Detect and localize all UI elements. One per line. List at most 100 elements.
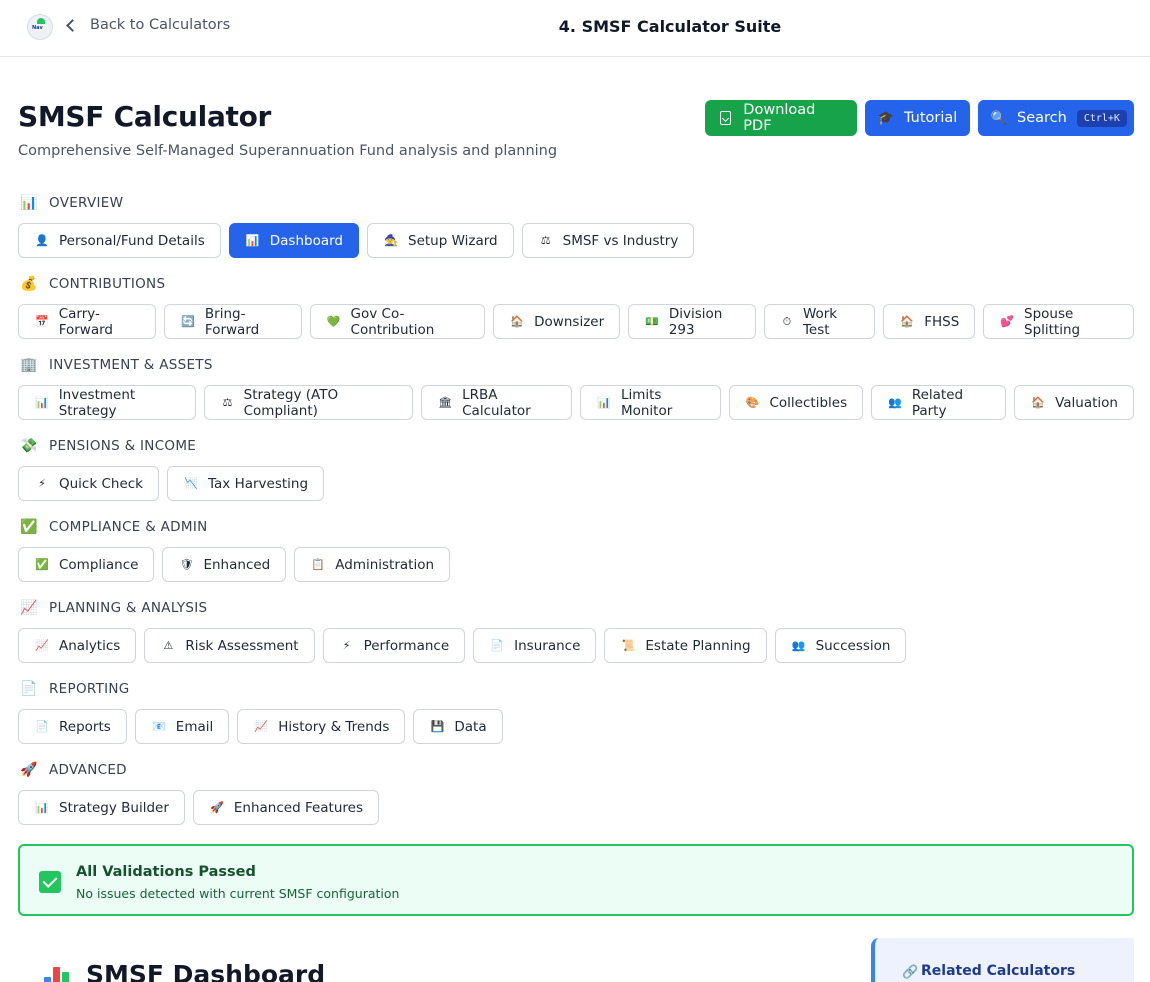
tab-insurance[interactable]: 📄 Insurance	[473, 628, 597, 663]
bar-chart-icon: 📊	[245, 234, 260, 247]
page-title: SMSF Calculator	[18, 100, 272, 133]
tab-label: Work Test	[802, 305, 838, 338]
bar-chart-icon: 📊	[597, 396, 611, 409]
stopwatch-icon: ⏱	[782, 314, 792, 328]
tab-label: Analytics	[59, 637, 121, 654]
related-calculators-label[interactable]: Related Calculators	[921, 963, 1075, 979]
logo-text: Nav	[32, 25, 43, 31]
tab-quick-check[interactable]: ⚡ Quick Check	[18, 466, 159, 501]
back-to-calculators-link[interactable]: Back to Calculators	[66, 17, 230, 33]
person-icon: 👤	[35, 234, 49, 247]
tab-label: Estate Planning	[645, 637, 751, 654]
tab-tax-harvesting[interactable]: 📉 Tax Harvesting	[167, 466, 325, 501]
tab-enhanced[interactable]: 🛡 Enhanced	[162, 547, 287, 582]
section-tabs: ✅ Compliance 🛡 Enhanced 📋 Administration	[18, 547, 1134, 582]
tab-fhss[interactable]: 🏠 FHSS	[883, 304, 976, 339]
tab-label: Personal/Fund Details	[59, 232, 205, 249]
tab-smsf-vs-industry[interactable]: ⚖ SMSF vs Industry	[521, 223, 695, 258]
section-header: 💸 PENSIONS & INCOME	[18, 434, 1134, 458]
bar-chart-icon: 📊	[35, 801, 49, 814]
section-compliance-admin: ✅ COMPLIANCE & ADMIN ✅ Compliance 🛡 Enhanced 📋…	[18, 515, 1134, 596]
tab-label: Strategy (ATO Compliant)	[243, 386, 339, 419]
bar-chart-icon: 📊	[20, 195, 38, 211]
section-header: ✅ COMPLIANCE & ADMIN	[18, 515, 1134, 539]
section-contributions: 💰 CONTRIBUTIONS 📅 Carry-Forward 🔄 Bring-Forwa…	[18, 272, 1134, 353]
tab-strategy-ato-compliant[interactable]: ⚖ Strategy (ATO Compliant)	[204, 385, 414, 420]
tab-limits-monitor[interactable]: 📊 Limits Monitor	[580, 385, 721, 420]
tab-collectibles[interactable]: 🎨 Collectibles	[728, 385, 864, 420]
tab-related-party[interactable]: 👥 Related Party	[871, 385, 1007, 420]
tab-bring-forward[interactable]: 🔄 Bring-Forward	[164, 304, 302, 339]
tab-valuation[interactable]: 🏠 Valuation	[1014, 385, 1134, 420]
warning-icon: ⚠	[163, 639, 174, 652]
tab-division-293[interactable]: 💵 Division 293	[628, 304, 756, 339]
tab-label: Spouse Splitting	[1024, 305, 1081, 338]
tab-label: Tax Harvesting	[208, 475, 309, 492]
people-icon: 👥	[791, 639, 806, 652]
document-icon: 📄	[490, 639, 504, 652]
logo[interactable]: Nav	[27, 14, 53, 40]
email-icon: 📧	[151, 720, 166, 733]
tab-label: Gov Co-Contribution	[350, 305, 435, 338]
related-calculators-panel: 🔗 Related Calculators	[871, 938, 1134, 982]
tab-gov-co-contribution[interactable]: 💚 Gov Co-Contribution	[309, 304, 486, 339]
tab-spouse-splitting[interactable]: 💕 Spouse Splitting	[983, 304, 1134, 339]
tab-dashboard[interactable]: 📊 Dashboard	[228, 223, 359, 258]
tab-enhanced-features[interactable]: 🚀 Enhanced Features	[192, 790, 379, 825]
house-icon: 🏠	[1031, 396, 1045, 409]
heart-icon: 💚	[326, 315, 341, 328]
download-pdf-button[interactable]: Download PDF	[705, 100, 857, 136]
alert-title: All Validations Passed	[76, 864, 256, 880]
tab-estate-planning[interactable]: 📜 Estate Planning	[604, 628, 767, 663]
tab-carry-forward[interactable]: 📅 Carry-Forward	[18, 304, 157, 339]
tab-label: History & Trends	[278, 718, 390, 735]
search-button[interactable]: 🔍 Search Ctrl+K	[978, 100, 1134, 136]
palette-icon: 🎨	[745, 396, 760, 409]
calendar-icon: 📅	[35, 315, 49, 328]
tab-lrba-calculator[interactable]: 🏛 LRBA Calculator	[421, 385, 573, 420]
document-icon: 📄	[20, 681, 38, 697]
search-label: Search	[1017, 110, 1067, 126]
tab-work-test[interactable]: ⏱ Work Test	[763, 304, 876, 339]
action-buttons: Download PDF 🎓 Tutorial 🔍 Search Ctrl+K	[705, 100, 1134, 136]
chevron-left-icon	[66, 19, 79, 32]
tab-performance[interactable]: ⚡ Performance	[322, 628, 466, 663]
scales-icon: ⚖	[222, 396, 233, 409]
house-icon: 🏠	[900, 315, 915, 328]
link-icon: 🔗	[902, 965, 919, 980]
tab-risk-assessment[interactable]: ⚠ Risk Assessment	[144, 628, 315, 663]
section-overview: 📊 OVERVIEW 👤 Personal/Fund Details 📊 Dashboar…	[18, 191, 1134, 272]
tab-personal-fund-details[interactable]: 👤 Personal/Fund Details	[18, 223, 221, 258]
tab-administration[interactable]: 📋 Administration	[294, 547, 451, 582]
tab-setup-wizard[interactable]: 🧙 Setup Wizard	[367, 223, 514, 258]
tab-compliance[interactable]: ✅ Compliance	[18, 547, 155, 582]
wizard-icon: 🧙	[384, 234, 398, 247]
section-tabs: 📊 Strategy Builder 🚀 Enhanced Features	[18, 790, 1134, 825]
tab-reports[interactable]: 📄 Reports	[18, 709, 127, 744]
tab-downsizer[interactable]: 🏠 Downsizer	[493, 304, 621, 339]
trend-up-icon: 📈	[20, 600, 38, 616]
page-subtitle: Comprehensive Self-Managed Superannuatio…	[18, 143, 558, 159]
tab-succession[interactable]: 👥 Succession	[774, 628, 907, 663]
graduation-cap-icon: 🎓	[877, 110, 895, 126]
section-planning-analysis: 📈 PLANNING & ANALYSIS 📈 Analytics ⚠ Risk Asse…	[18, 596, 1134, 677]
lightning-icon: ⚡	[38, 477, 46, 490]
tab-data[interactable]: 💾 Data	[413, 709, 503, 744]
section-label: PLANNING & ANALYSIS	[49, 600, 208, 616]
building-icon: 🏢	[20, 357, 38, 373]
tab-label: Risk Assessment	[185, 637, 299, 654]
shield-icon: 🛡	[179, 558, 194, 571]
tab-investment-strategy[interactable]: 📊 Investment Strategy	[18, 385, 197, 420]
top-bar: Nav Back to Calculators 4. SMSF Calculat…	[0, 0, 1150, 57]
search-shortcut: Ctrl+K	[1076, 109, 1127, 127]
trend-up-icon: 📈	[35, 639, 49, 652]
tab-history-trends[interactable]: 📈 History & Trends	[237, 709, 406, 744]
tab-analytics[interactable]: 📈 Analytics	[18, 628, 137, 663]
tab-strategy-builder[interactable]: 📊 Strategy Builder	[18, 790, 185, 825]
tutorial-button[interactable]: 🎓 Tutorial	[865, 100, 970, 136]
bar-chart-icon: 📊	[35, 396, 49, 409]
tab-email[interactable]: 📧 Email	[134, 709, 230, 744]
document-icon: 📄	[35, 720, 49, 733]
section-reporting: 📄 REPORTING 📄 Reports 📧 Email 📈 History & Trend…	[18, 677, 1134, 758]
logo-mark	[37, 18, 45, 24]
